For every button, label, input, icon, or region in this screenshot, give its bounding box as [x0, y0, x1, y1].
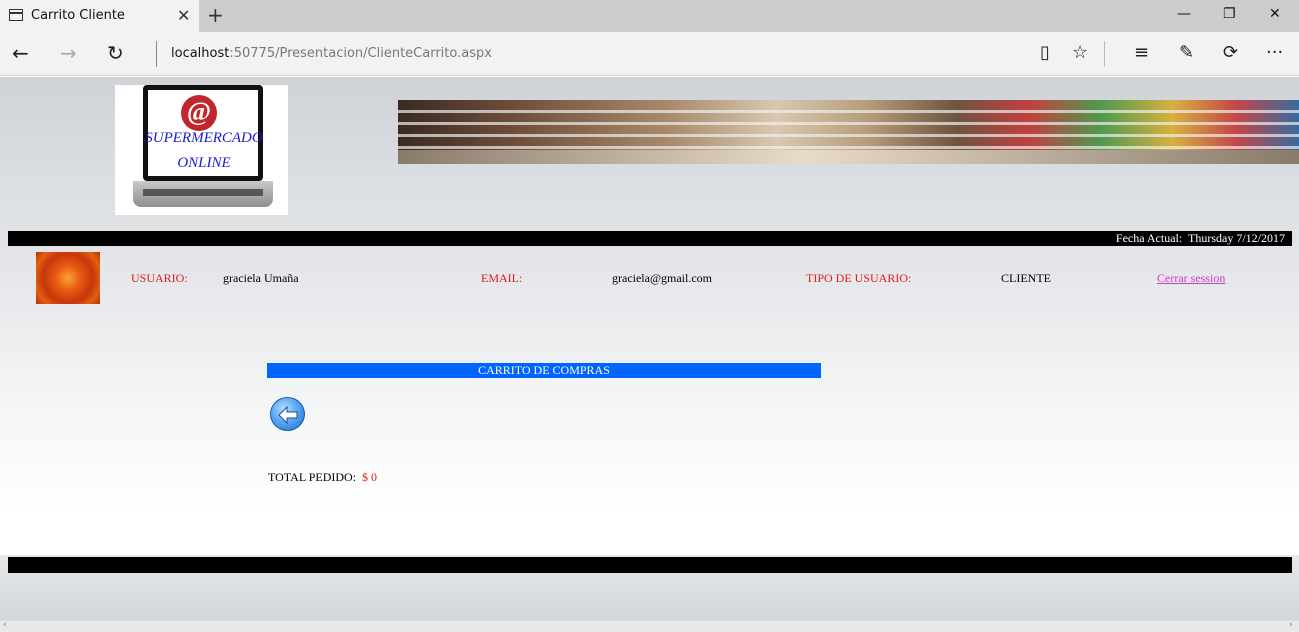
- total-label: TOTAL PEDIDO:: [268, 470, 357, 484]
- total-value: $ 0: [362, 470, 378, 484]
- user-type-value: CLIENTE: [1001, 271, 1051, 285]
- minimize-icon[interactable]: —: [1177, 6, 1191, 22]
- store-logo: @ SUPERMERCADO ONLINE: [115, 85, 288, 215]
- close-tab-icon[interactable]: ✕: [177, 6, 190, 25]
- browser-tab[interactable]: Carrito Cliente ✕: [0, 0, 199, 32]
- supermarket-banner: [398, 100, 1299, 164]
- at-sign-icon: @: [181, 95, 217, 131]
- scroll-left-icon[interactable]: ‹: [3, 620, 7, 630]
- page-icon: [9, 9, 23, 21]
- arrow-left-icon: [278, 405, 298, 425]
- browser-tabbar: Carrito Cliente ✕ + — ❐ ✕: [0, 0, 1299, 32]
- address-field[interactable]: localhost:50775/Presentacion/ClienteCarr…: [171, 46, 492, 61]
- divider: [1104, 41, 1105, 67]
- footer-bar: [8, 557, 1292, 573]
- more-icon[interactable]: ···: [1266, 43, 1283, 63]
- forward-icon[interactable]: →: [60, 42, 77, 64]
- favorite-star-icon[interactable]: ☆: [1072, 43, 1088, 63]
- scroll-right-icon[interactable]: ›: [1289, 620, 1293, 630]
- back-arrow-button[interactable]: [270, 397, 305, 431]
- hub-icon[interactable]: ≡: [1134, 43, 1149, 63]
- close-window-icon[interactable]: ✕: [1269, 6, 1281, 22]
- page-content: @ SUPERMERCADO ONLINE Fecha Actual: Thur…: [0, 77, 1299, 620]
- logo-text-line2: ONLINE: [177, 155, 231, 171]
- new-tab-button[interactable]: +: [207, 3, 224, 27]
- user-type-label: TIPO DE USUARIO:: [806, 271, 912, 285]
- date-bar: Fecha Actual: Thursday 7/12/2017: [8, 231, 1292, 246]
- web-note-icon[interactable]: ✎: [1179, 43, 1194, 63]
- laptop-base: [133, 181, 273, 207]
- url-host: localhost: [171, 46, 230, 61]
- share-icon[interactable]: ⟳: [1223, 43, 1238, 63]
- current-date: Fecha Actual: Thursday 7/12/2017: [1115, 231, 1285, 245]
- order-total: TOTAL PEDIDO: $ 0: [268, 470, 377, 484]
- logo-text-line1: SUPERMERCADO: [145, 130, 263, 146]
- url-path: :50775/Presentacion/ClienteCarrito.aspx: [229, 46, 492, 61]
- refresh-icon[interactable]: ↻: [107, 42, 124, 64]
- user-value: graciela Umaña: [223, 271, 299, 285]
- user-label: USUARIO:: [131, 271, 188, 285]
- back-icon[interactable]: ←: [12, 42, 29, 64]
- browser-toolbar: ← → ↻ localhost:50775/Presentacion/Clien…: [0, 32, 1299, 76]
- restore-icon[interactable]: ❐: [1223, 6, 1236, 22]
- user-avatar: [36, 252, 100, 304]
- cart-title: CARRITO DE COMPRAS: [267, 363, 821, 378]
- tab-title: Carrito Cliente: [31, 8, 125, 23]
- email-value: graciela@gmail.com: [612, 271, 713, 285]
- divider: [156, 41, 157, 67]
- reading-view-icon[interactable]: ▯: [1040, 43, 1050, 63]
- email-label: EMAIL:: [481, 271, 523, 285]
- logout-link[interactable]: Cerrar session: [1157, 271, 1225, 286]
- horizontal-scrollbar[interactable]: ‹ ›: [0, 620, 1299, 632]
